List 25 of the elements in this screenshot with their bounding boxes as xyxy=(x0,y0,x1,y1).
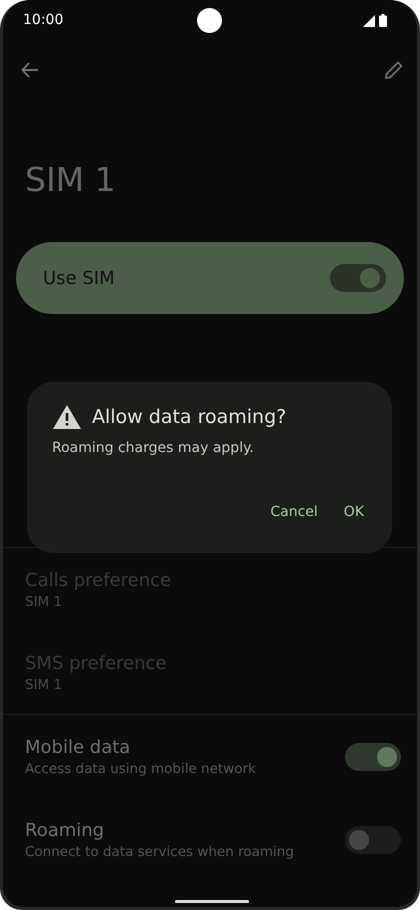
dialog-button[interactable]: Cancel xyxy=(260,498,328,526)
setting-summary: Access data using mobile network xyxy=(25,760,256,776)
use-sim-card[interactable]: Use SIM xyxy=(16,242,404,314)
use-sim-switch[interactable] xyxy=(330,264,386,292)
dialog-button[interactable]: OK xyxy=(334,498,374,526)
toggle-switch[interactable] xyxy=(345,742,401,770)
toggle-row[interactable]: Mobile data Access data using mobile network xyxy=(3,715,417,798)
setting-summary: Connect to data services when roaming xyxy=(25,844,294,860)
dialog-title: Allow data roaming? xyxy=(92,406,286,428)
dialog-message: Roaming charges may apply. xyxy=(52,440,255,456)
back-arrow-icon xyxy=(21,61,39,79)
use-sim-label: Use SIM xyxy=(43,268,115,288)
signal-icon xyxy=(363,14,375,26)
page-title: SIM 1 xyxy=(25,159,117,201)
toggle-row[interactable]: Roaming Connect to data services when roaming xyxy=(3,798,417,881)
battery-icon xyxy=(379,14,387,26)
status-time: 10:00 xyxy=(23,12,64,28)
preference-summary: SIM 1 xyxy=(25,676,64,692)
setting-title: Mobile data xyxy=(25,736,132,758)
warning-icon xyxy=(52,404,82,430)
camera-cutout xyxy=(197,8,222,33)
toggle-switch[interactable] xyxy=(345,826,401,854)
preference-summary: SIM 1 xyxy=(25,594,64,610)
setting-title: Roaming xyxy=(25,820,106,840)
pencil-icon xyxy=(384,60,403,80)
